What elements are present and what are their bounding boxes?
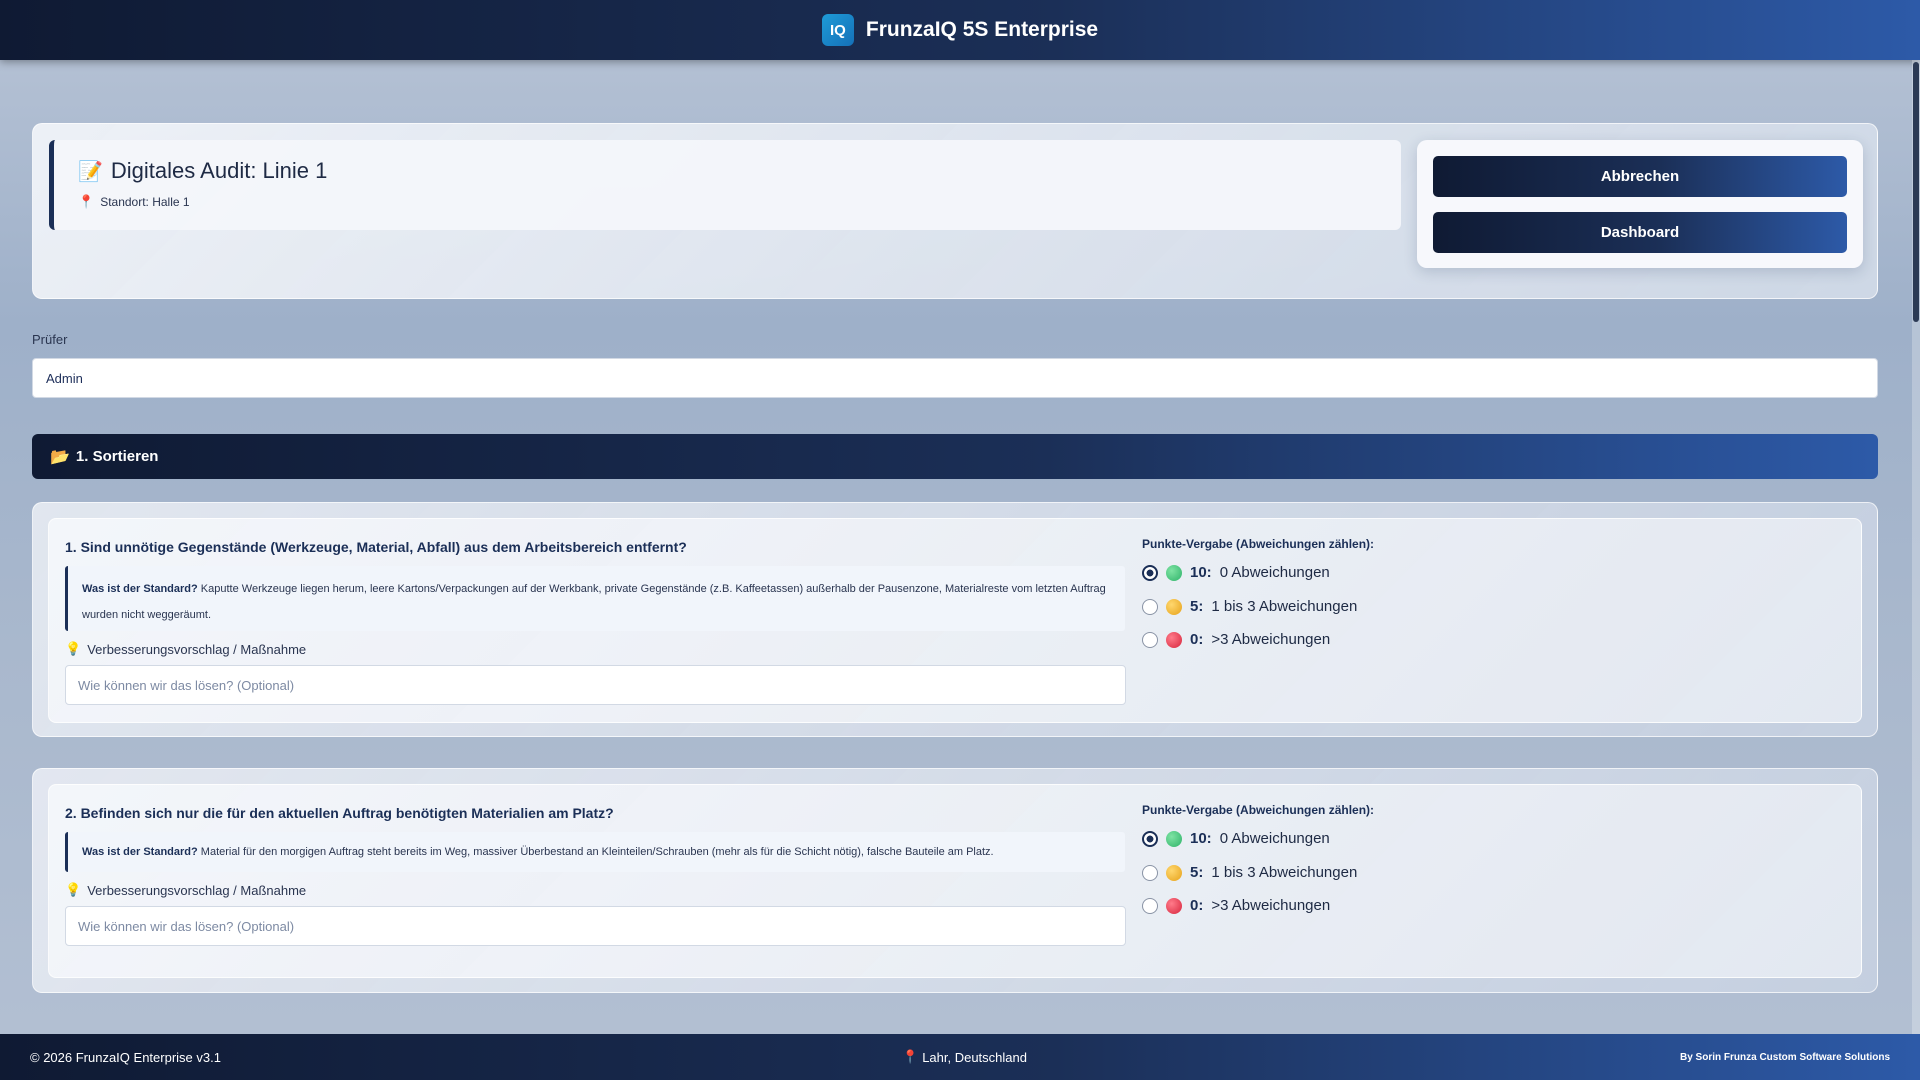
score-option[interactable]: 10: 0 Abweichungen [1142,830,1330,847]
improvement-label: Verbesserungsvorschlag / Maßnahme [87,882,307,898]
app-logo-icon: IQ [821,14,854,46]
standard-text: Material für den morgigen Auftrag steht … [200,846,994,858]
improvement-label-row: 💡 Verbesserungsvorschlag / Maßnahme [65,641,306,657]
footer-credit: By Sorin Frunza Custom Software Solution… [1679,1051,1890,1063]
lightbulb-icon: 💡 [65,641,82,656]
score-option[interactable]: 5: 1 bis 3 Abweichungen [1142,864,1357,881]
standard-text: Kaputte Werkzeuge liegen herum, leere Ka… [82,583,1106,621]
score-option[interactable]: 5: 1 bis 3 Abweichungen [1142,598,1357,615]
radio-button[interactable] [1142,598,1158,615]
question-title: 1. Sind unnötige Gegenstände (Werkzeuge,… [65,539,687,555]
score-option[interactable]: 0: >3 Abweichungen [1142,897,1330,914]
top-navbar: IQ FrunzaIQ 5S Enterprise [0,0,1920,60]
audit-header-card: 📝 Digitales Audit: Linie 1 📍 Standort: H… [32,123,1878,299]
folder-icon: 📂 [50,448,70,466]
option-points: 10: [1190,564,1212,581]
app-title: FrunzaIQ 5S Enterprise [865,18,1099,41]
option-points: 5: [1190,864,1204,881]
option-points: 10: [1190,830,1212,847]
standard-label: Was ist der Standard? [82,583,198,595]
pruefer-label: Prüfer [32,332,68,347]
audit-location: Standort: Halle 1 [100,195,190,209]
pruefer-value: Admin [46,370,83,386]
option-text: 1 bis 3 Abweichungen [1211,598,1358,615]
action-panel: Abbrechen Dashboard [1417,140,1863,268]
score-option[interactable]: 0: >3 Abweichungen [1142,631,1330,648]
audit-title: Digitales Audit: Linie 1 [110,158,328,183]
radio-button[interactable] [1142,631,1158,648]
option-text: >3 Abweichungen [1211,631,1331,648]
improvement-input[interactable]: Wie können wir das lösen? (Optional) [65,665,1126,705]
improvement-input[interactable]: Wie können wir das lösen? (Optional) [65,906,1126,946]
audit-title-row: 📝 Digitales Audit: Linie 1 [78,158,1377,184]
radio-button[interactable] [1142,830,1158,847]
yellow-circle-icon [1166,864,1182,881]
cancel-button[interactable]: Abbrechen [1433,156,1847,197]
option-text: 1 bis 3 Abweichungen [1211,864,1358,881]
footer: © 2026 FrunzaIQ Enterprise v3.1 📍 Lahr, … [0,1034,1920,1080]
option-text: >3 Abweichungen [1211,897,1331,914]
standard-label: Was ist der Standard? [82,846,198,858]
option-points: 0: [1190,631,1204,648]
footer-location-row: 📍 Lahr, Deutschland [902,1049,1027,1065]
standard-box: Was ist der Standard? Kaputte Werkzeuge … [65,566,1125,631]
brand[interactable]: IQ FrunzaIQ 5S Enterprise [821,14,1099,46]
yellow-circle-icon [1166,598,1182,615]
audit-location-row: 📍 Standort: Halle 1 [78,194,1377,210]
radio-button[interactable] [1142,564,1158,581]
option-text: 0 Abweichungen [1219,830,1330,847]
question-title: 2. Befinden sich nur die für den aktuell… [65,805,614,821]
improvement-placeholder: Wie können wir das lösen? (Optional) [78,918,295,934]
pin-icon: 📍 [902,1049,919,1064]
score-label: Punkte-Vergabe (Abweichungen zählen): [1142,537,1375,551]
section-header[interactable]: 📂 1. Sortieren [32,434,1878,479]
standard-box: Was ist der Standard? Material für den m… [65,832,1125,872]
question-card: 2. Befinden sich nur die für den aktuell… [32,768,1878,993]
red-circle-icon [1166,897,1182,914]
question-inner: 2. Befinden sich nur die für den aktuell… [48,784,1862,978]
radio-button[interactable] [1142,864,1158,881]
option-text: 0 Abweichungen [1219,564,1330,581]
lightbulb-icon: 💡 [65,882,82,897]
footer-location: Lahr, Deutschland [922,1049,1027,1065]
memo-icon: 📝 [78,160,103,183]
improvement-label-row: 💡 Verbesserungsvorschlag / Maßnahme [65,882,306,898]
score-label: Punkte-Vergabe (Abweichungen zählen): [1142,803,1375,817]
green-circle-icon [1166,830,1182,847]
question-inner: 1. Sind unnötige Gegenstände (Werkzeuge,… [48,518,1862,723]
green-circle-icon [1166,564,1182,581]
improvement-placeholder: Wie können wir das lösen? (Optional) [78,677,295,693]
option-points: 5: [1190,598,1204,615]
score-option[interactable]: 10: 0 Abweichungen [1142,564,1330,581]
pruefer-input[interactable]: Admin [32,358,1878,398]
section-title: 1. Sortieren [75,448,159,465]
dashboard-button[interactable]: Dashboard [1433,212,1847,253]
question-card: 1. Sind unnötige Gegenstände (Werkzeuge,… [32,502,1878,737]
pin-icon: 📍 [78,194,95,209]
red-circle-icon [1166,631,1182,648]
option-points: 0: [1190,897,1204,914]
radio-button[interactable] [1142,897,1158,914]
scrollbar-thumb[interactable] [1913,62,1919,322]
improvement-label: Verbesserungsvorschlag / Maßnahme [87,641,307,657]
footer-copyright: © 2026 FrunzaIQ Enterprise v3.1 [30,1049,221,1065]
audit-info-box: 📝 Digitales Audit: Linie 1 📍 Standort: H… [49,140,1401,230]
